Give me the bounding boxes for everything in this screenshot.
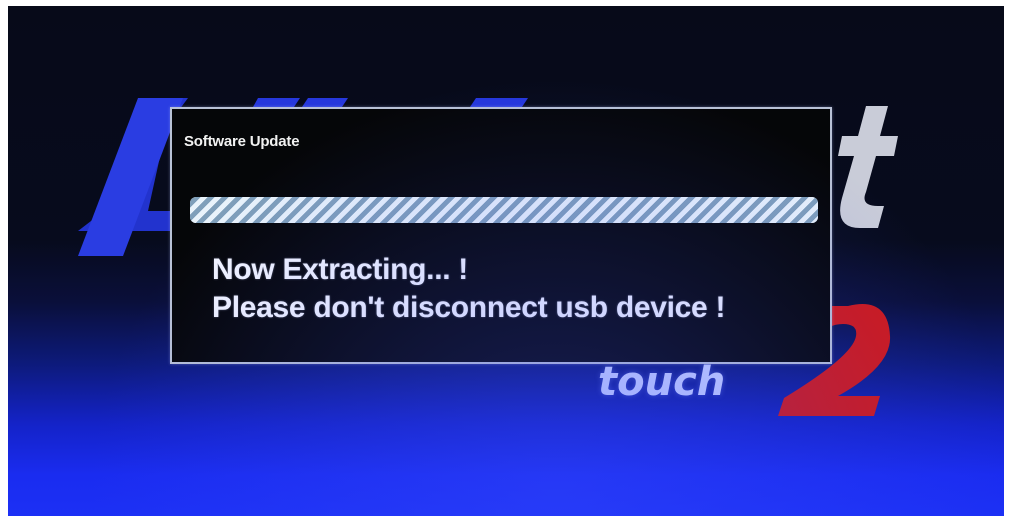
progress-bar xyxy=(190,197,818,223)
brand-touch-text: touch xyxy=(598,359,726,405)
logo-letter-t xyxy=(838,106,898,228)
software-update-dialog: Software Update Now Extracting... ! Plea… xyxy=(170,107,832,364)
status-message: Now Extracting... ! Please don't disconn… xyxy=(212,251,725,327)
progress-bar-fill xyxy=(190,197,818,223)
dialog-title: Software Update xyxy=(184,133,300,150)
tv-screen: touch Software Update Now Extracting... … xyxy=(8,6,1004,516)
status-line-extracting: Now Extracting... ! xyxy=(212,253,468,286)
logo-letter-left-stroke xyxy=(78,98,183,256)
status-line-warning: Please don't disconnect usb device ! xyxy=(212,291,726,324)
